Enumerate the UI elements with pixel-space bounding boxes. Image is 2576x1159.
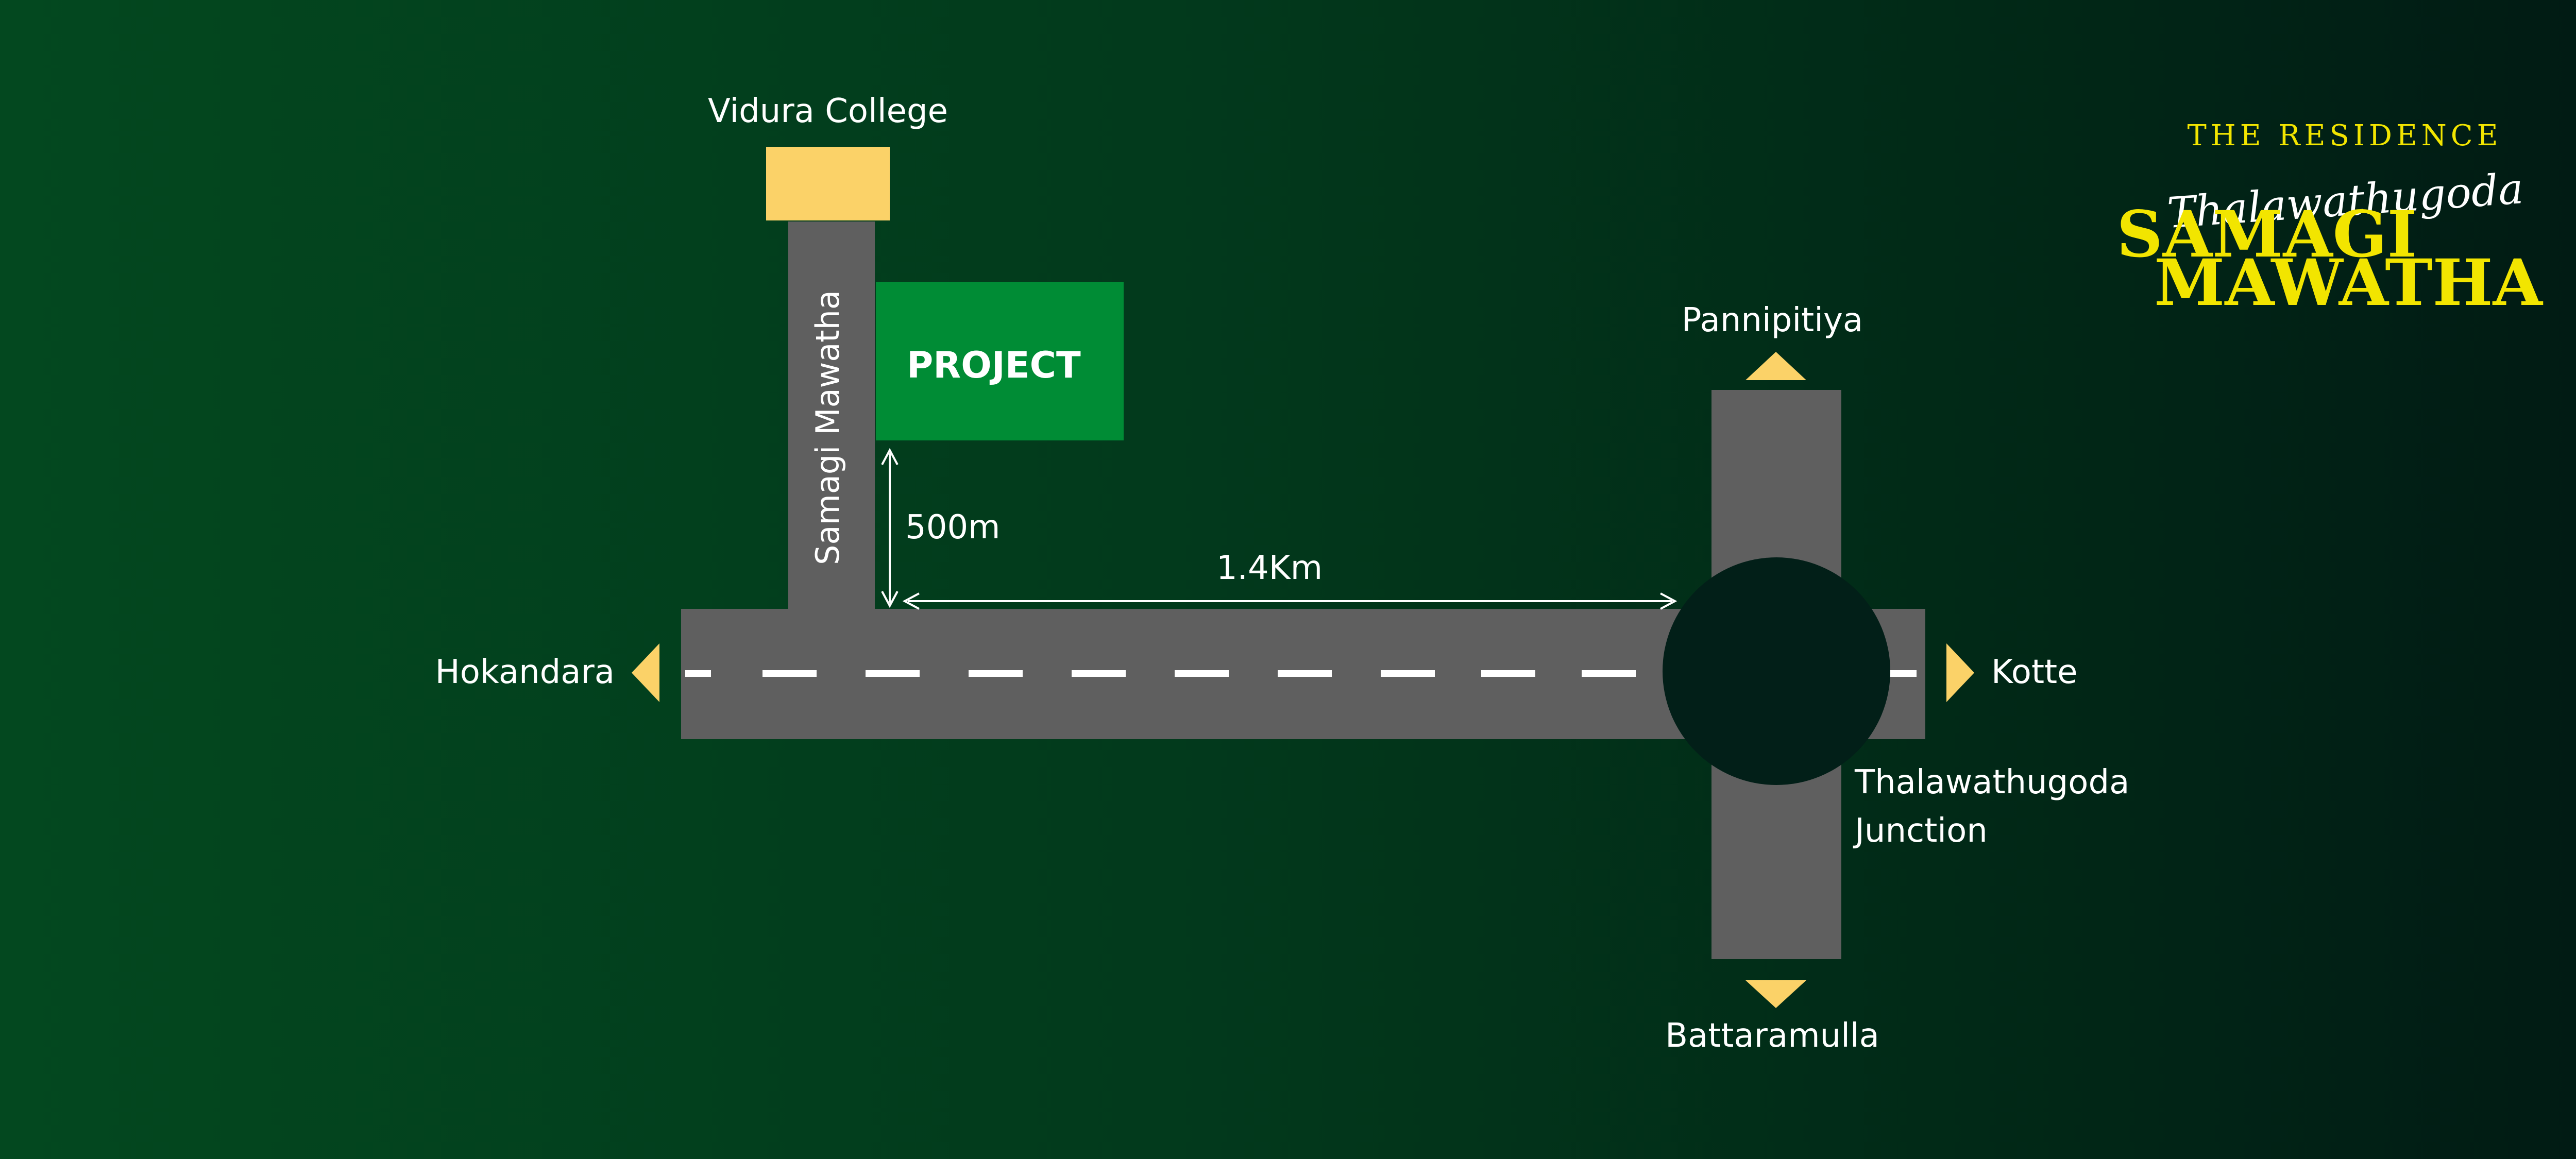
project-label: PROJECT — [907, 344, 1081, 386]
distance-1-4km-label: 1.4Km — [1216, 549, 1323, 587]
kotte-label: Kotte — [1991, 653, 2078, 691]
vidura-college-label: Vidura College — [708, 92, 948, 130]
kotte-direction-icon — [1946, 643, 1974, 702]
brand-line4: MAWATHA — [2154, 246, 2543, 320]
junction-label-line1: Thalawathugoda — [1854, 763, 2129, 802]
pannipitiya-direction-icon — [1745, 352, 1806, 380]
junction-label-line2: Junction — [1853, 812, 1988, 850]
samagi-mawatha-label: Samagi Mawatha — [809, 290, 846, 565]
vidura-college-marker — [766, 147, 890, 220]
location-map: Vidura College PROJECT Samagi Mawatha 50… — [435, 92, 2544, 1055]
brand-line1: THE RESIDENCE — [2188, 119, 2502, 152]
hokandara-label: Hokandara — [435, 653, 615, 691]
distance-arrow-1-4km — [902, 592, 1677, 610]
distance-500m-label: 500m — [905, 508, 1001, 547]
pannipitiya-label: Pannipitiya — [1682, 301, 1863, 339]
battaramulla-direction-icon — [1745, 980, 1806, 1008]
hokandara-direction-icon — [632, 643, 659, 702]
distance-arrow-500m — [881, 448, 899, 608]
thalawathugoda-junction-roundabout — [1663, 557, 1890, 785]
brand-logo: THE RESIDENCE Thalawathugoda SAMAGI MAWA… — [2116, 119, 2543, 320]
battaramulla-label: Battaramulla — [1665, 1017, 1879, 1055]
